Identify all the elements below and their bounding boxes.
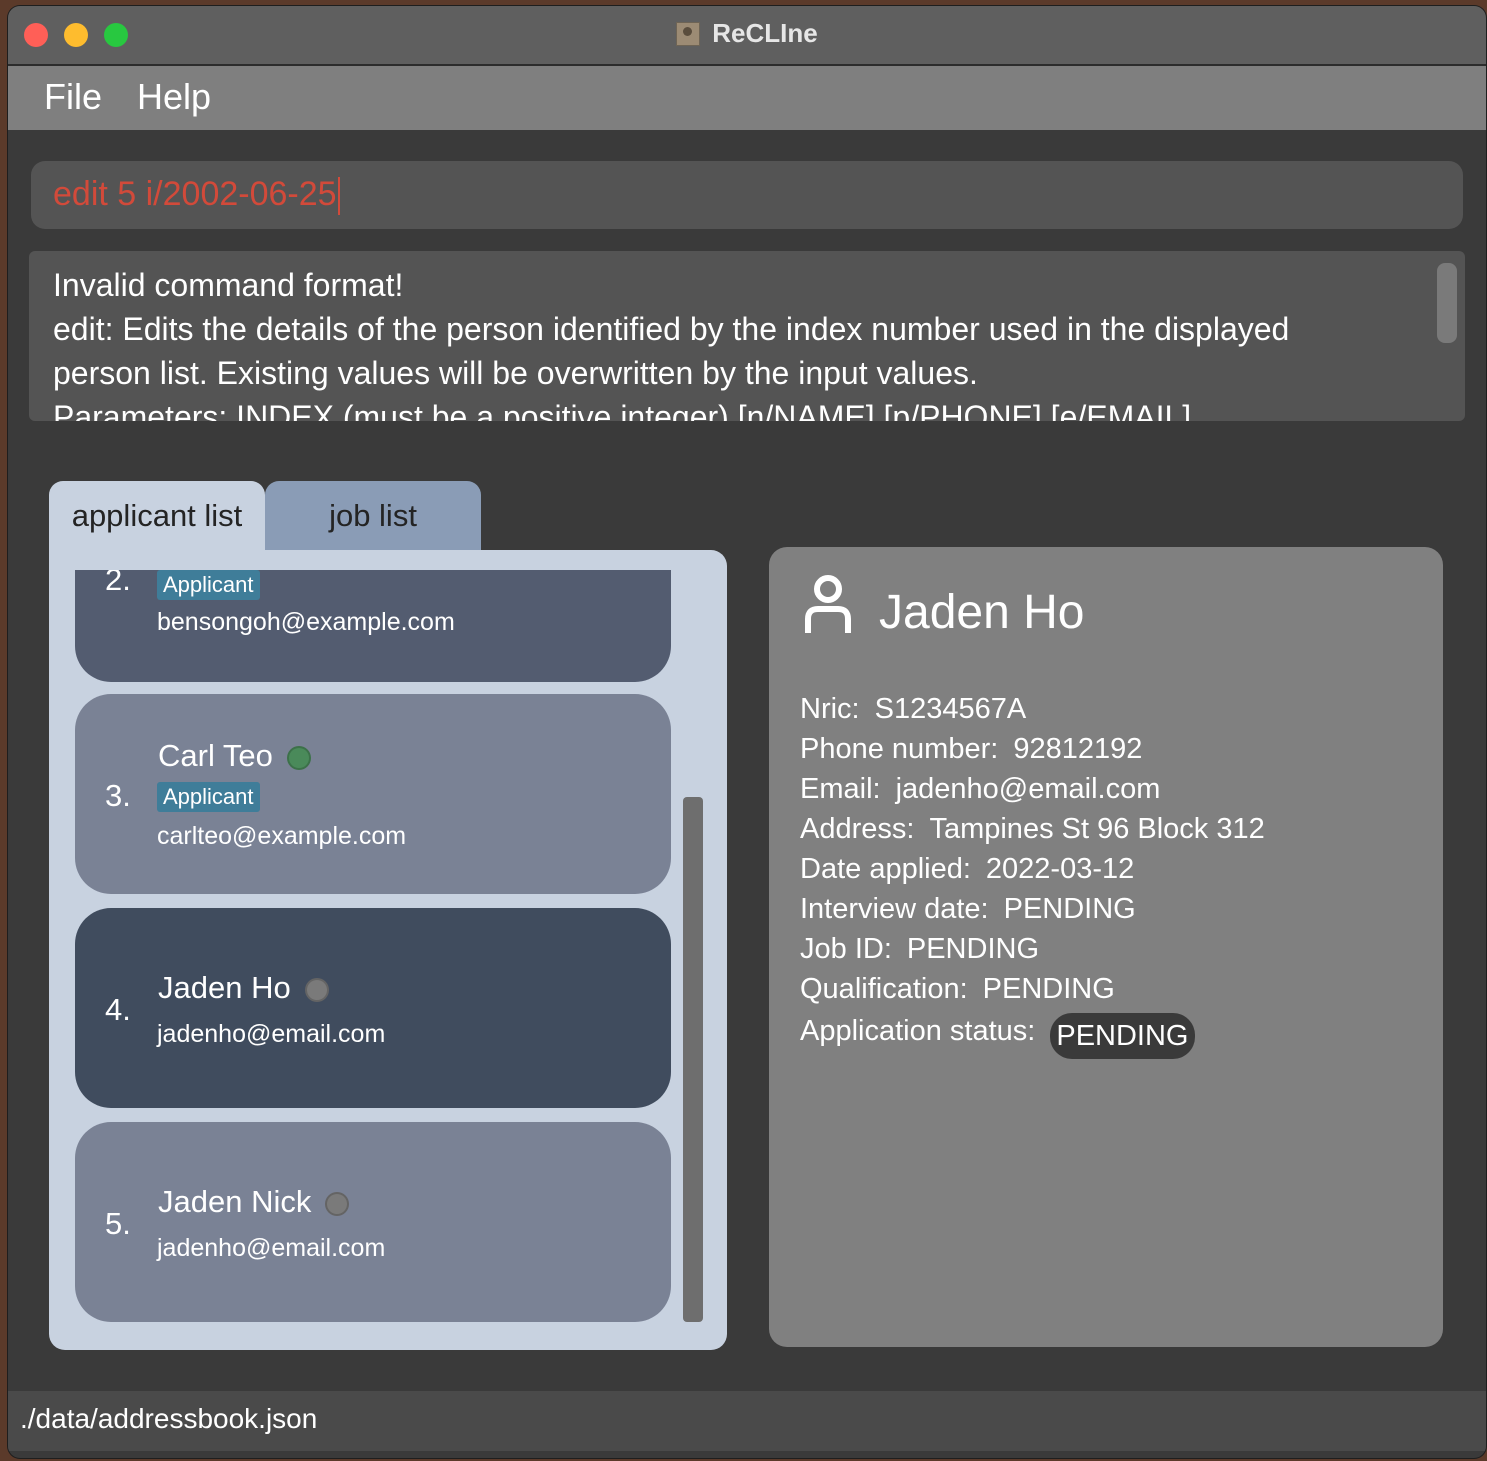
applicant-card-2[interactable]: 2. Applicant bensongoh@example.com [75, 570, 671, 682]
detail-fields: Nric: S1234567A Phone number: 92812192 Ema… [800, 689, 1265, 1059]
detail-field-qualification: Qualification: PENDING [800, 969, 1265, 1009]
detail-field-date-applied: Date applied: 2022-03-12 [800, 849, 1265, 889]
status-bar: ./data/addressbook.json [8, 1391, 1486, 1451]
menu-bar: File Help [8, 66, 1486, 130]
applicant-list-panel: 2. Applicant bensongoh@example.com Carl … [49, 550, 727, 1350]
card-email: jadenho@email.com [157, 1234, 386, 1262]
status-dot-icon [325, 1191, 350, 1216]
field-value: S1234567A [874, 693, 1027, 725]
result-line: Invalid command format! [53, 267, 404, 303]
detail-field-email: Email: jadenho@email.com [800, 769, 1265, 809]
field-value: 92812192 [1013, 733, 1143, 765]
card-index: 3. [105, 778, 131, 813]
card-email: carlteo@example.com [157, 822, 407, 850]
tab-applicant-list[interactable]: applicant list [49, 481, 265, 551]
card-index: 2. [105, 570, 131, 597]
applicant-list: 2. Applicant bensongoh@example.com Carl … [49, 570, 689, 1330]
applicant-detail-panel: Jaden Ho Nric: S1234567A Phone number: 928… [769, 547, 1443, 1347]
result-line: edit: Edits the details of the person id… [53, 311, 1290, 347]
card-email: jadenho@email.com [157, 1020, 386, 1048]
status-dot-icon [304, 977, 329, 1002]
field-value: PENDING [1003, 893, 1136, 925]
window-title: ReCLIne [712, 18, 818, 48]
card-email: bensongoh@example.com [157, 608, 455, 636]
detail-field-address: Address: Tampines St 96 Block 312 [800, 809, 1265, 849]
applicant-list-scrollbar[interactable] [683, 797, 703, 1322]
field-value: PENDING [906, 933, 1040, 965]
app-window: ReCLIne File Help edit 5 i/2002-06-25 In… [8, 6, 1486, 1458]
field-label: Qualification: [800, 973, 968, 1005]
field-label: Email: [800, 773, 881, 805]
field-label: Phone number: [800, 733, 999, 765]
field-label: Job ID: [800, 933, 892, 965]
command-input-text: edit 5 i/2002-06-25 [53, 175, 337, 213]
card-name: Carl Teo [158, 738, 311, 774]
command-box[interactable]: edit 5 i/2002-06-25 [31, 161, 1463, 229]
field-label: Address: [800, 813, 915, 845]
detail-field-job-id: Job ID: PENDING [800, 929, 1265, 969]
text-cursor [337, 177, 340, 216]
card-name: Jaden Nick [158, 1184, 350, 1220]
save-location-path: ./data/addressbook.json [20, 1403, 318, 1434]
title-bar: ReCLIne [8, 6, 1486, 66]
detail-field-phone: Phone number: 92812192 [800, 729, 1265, 769]
address-book-icon [676, 21, 701, 46]
card-name-text: Jaden Ho [158, 970, 291, 1005]
tab-job-list[interactable]: job list [265, 481, 481, 551]
status-badge: PENDING [1050, 1013, 1195, 1059]
detail-field-interview-date: Interview date: PENDING [800, 889, 1265, 929]
applicant-tag: Applicant [157, 570, 260, 600]
card-index: 4. [105, 992, 131, 1027]
command-input[interactable]: edit 5 i/2002-06-25 [53, 175, 340, 216]
result-display[interactable]: Invalid command format! edit: Edits the … [29, 251, 1465, 421]
result-line: Parameters: INDEX (must be a positive in… [53, 399, 1192, 421]
detail-field-nric: Nric: S1234567A [800, 689, 1265, 729]
field-value: 2022-03-12 [985, 853, 1135, 885]
card-name-text: Carl Teo [158, 738, 273, 773]
applicant-card-5[interactable]: Jaden Nick 5. jadenho@email.com [75, 1122, 671, 1322]
window-title-group: ReCLIne [8, 18, 1486, 49]
card-index: 5. [105, 1206, 131, 1241]
card-name: Jaden Ho [158, 970, 329, 1006]
field-label: Nric: [800, 693, 860, 725]
applicant-card-4[interactable]: Jaden Ho 4. jadenho@email.com [75, 908, 671, 1108]
applicant-card-3[interactable]: Carl Teo 3. Applicant carlteo@example.co… [75, 694, 671, 894]
field-value: jadenho@email.com [895, 773, 1161, 805]
applicant-tag: Applicant [157, 782, 260, 812]
card-name-text: Jaden Nick [158, 1184, 312, 1219]
field-label: Date applied: [800, 853, 971, 885]
person-icon [805, 575, 851, 633]
field-value: PENDING [982, 973, 1115, 1005]
status-dot-icon [286, 745, 311, 770]
field-value: Tampines St 96 Block 312 [929, 813, 1265, 845]
result-text: Invalid command format! edit: Edits the … [53, 263, 1383, 421]
result-scrollbar[interactable] [1437, 263, 1457, 343]
field-label: Application status: [800, 1014, 1036, 1047]
menu-file[interactable]: File [44, 76, 102, 118]
menu-help[interactable]: Help [137, 76, 211, 118]
field-label: Interview date: [800, 893, 989, 925]
result-line: person list. Existing values will be ove… [53, 355, 978, 391]
detail-field-application-status: Application status: PENDING [800, 1009, 1265, 1059]
detail-name: Jaden Ho [879, 586, 1085, 639]
